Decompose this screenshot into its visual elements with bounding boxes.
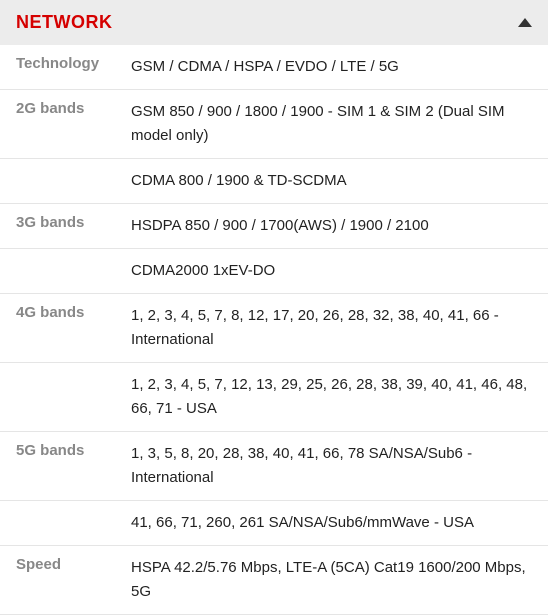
chevron-up-icon [518, 18, 532, 27]
spec-row-2g-bands: 2G bands GSM 850 / 900 / 1800 / 1900 - S… [0, 90, 548, 159]
spec-value: GSM / CDMA / HSPA / EVDO / LTE / 5G [131, 55, 532, 79]
spec-value: HSDPA 850 / 900 / 1700(AWS) / 1900 / 210… [131, 214, 532, 238]
spec-label: 3G bands [16, 214, 131, 238]
spec-label: 4G bands [16, 304, 131, 352]
spec-row-technology: Technology GSM / CDMA / HSPA / EVDO / LT… [0, 45, 548, 90]
spec-label: 2G bands [16, 100, 131, 148]
spec-spacer [16, 373, 131, 421]
spec-value: CDMA2000 1xEV-DO [131, 259, 532, 283]
spec-value: 1, 2, 3, 4, 5, 7, 8, 12, 17, 20, 26, 28,… [131, 304, 532, 352]
spec-spacer [16, 169, 131, 193]
spec-row-4g-bands: 4G bands 1, 2, 3, 4, 5, 7, 8, 12, 17, 20… [0, 294, 548, 363]
spec-value: HSPA 42.2/5.76 Mbps, LTE-A (5CA) Cat19 1… [131, 556, 532, 604]
spec-label: 5G bands [16, 442, 131, 490]
spec-subrow-2g-bands: CDMA 800 / 1900 & TD-SCDMA [0, 159, 548, 204]
spec-row-3g-bands: 3G bands HSDPA 850 / 900 / 1700(AWS) / 1… [0, 204, 548, 249]
spec-subrow-5g-bands: 41, 66, 71, 260, 261 SA/NSA/Sub6/mmWave … [0, 501, 548, 546]
spec-label: Speed [16, 556, 131, 604]
spec-value: 1, 3, 5, 8, 20, 28, 38, 40, 41, 66, 78 S… [131, 442, 532, 490]
spec-subrow-3g-bands: CDMA2000 1xEV-DO [0, 249, 548, 294]
spec-spacer [16, 259, 131, 283]
spec-value: 41, 66, 71, 260, 261 SA/NSA/Sub6/mmWave … [131, 511, 532, 535]
section-title: NETWORK [16, 12, 113, 33]
spec-row-5g-bands: 5G bands 1, 3, 5, 8, 20, 28, 38, 40, 41,… [0, 432, 548, 501]
section-header[interactable]: NETWORK [0, 0, 548, 45]
spec-label: Technology [16, 55, 131, 79]
spec-subrow-4g-bands: 1, 2, 3, 4, 5, 7, 12, 13, 29, 25, 26, 28… [0, 363, 548, 432]
spec-value: CDMA 800 / 1900 & TD-SCDMA [131, 169, 532, 193]
spec-value: 1, 2, 3, 4, 5, 7, 12, 13, 29, 25, 26, 28… [131, 373, 532, 421]
spec-value: GSM 850 / 900 / 1800 / 1900 - SIM 1 & SI… [131, 100, 532, 148]
spec-spacer [16, 511, 131, 535]
spec-row-speed: Speed HSPA 42.2/5.76 Mbps, LTE-A (5CA) C… [0, 546, 548, 615]
